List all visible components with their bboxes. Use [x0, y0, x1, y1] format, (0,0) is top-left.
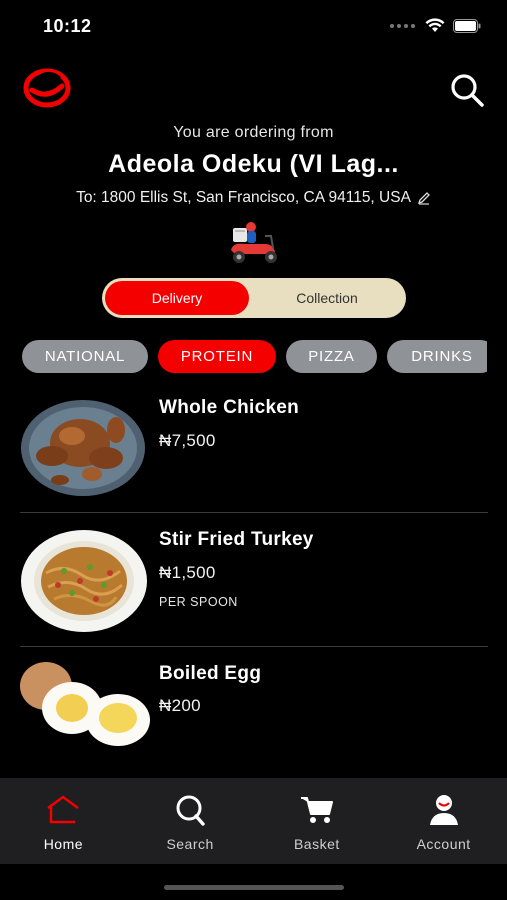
category-chips: NATIONAL PROTEIN PIZZA DRINKS — [22, 340, 487, 373]
item-price: ₦200 — [159, 696, 201, 715]
tab-basket[interactable]: Basket — [254, 778, 381, 864]
item-name: Boiled Egg — [159, 663, 262, 684]
ordering-from-label: You are ordering from — [173, 124, 334, 141]
category-protein-chip[interactable]: PROTEIN — [158, 340, 276, 373]
edit-icon[interactable] — [417, 191, 431, 205]
tab-search[interactable]: Search — [127, 778, 254, 864]
tab-home[interactable]: Home — [0, 778, 127, 864]
tab-account[interactable]: Account — [380, 778, 507, 864]
order-type-toggle: Delivery Collection — [102, 278, 406, 318]
search-icon[interactable] — [449, 72, 485, 108]
menu-item[interactable]: Stir Fried Turkey ₦1,500 PER SPOON — [0, 528, 507, 638]
battery-icon — [453, 18, 481, 33]
home-icon — [47, 795, 80, 824]
category-national-chip[interactable]: NATIONAL — [22, 340, 148, 373]
boiled-egg-image — [20, 662, 150, 746]
search-icon — [176, 795, 205, 826]
status-time: 10:12 — [43, 16, 92, 36]
item-price: ₦1,500 — [159, 563, 216, 582]
wifi-icon — [425, 18, 445, 32]
item-price: ₦7,500 — [159, 431, 216, 450]
status-bar: 10:12 — [0, 0, 507, 52]
scooter-icon — [231, 222, 277, 263]
tab-search-label: Search — [166, 836, 214, 852]
delivery-option[interactable]: Delivery — [105, 281, 249, 315]
category-drinks-chip[interactable]: DRINKS — [387, 340, 487, 373]
basket-icon — [300, 797, 333, 823]
tab-home-label: Home — [43, 836, 84, 852]
divider — [20, 646, 488, 647]
delivery-address-text: To: 1800 Ellis St, San Francisco, CA 941… — [76, 189, 411, 206]
collection-option[interactable]: Collection — [252, 281, 402, 315]
tab-basket-label: Basket — [293, 836, 340, 852]
bottom-tab-bar: Home Search Basket Account — [0, 778, 507, 864]
account-icon — [429, 795, 458, 825]
menu-item[interactable]: Whole Chicken ₦7,500 — [0, 396, 507, 506]
signal-dots-icon — [390, 23, 415, 28]
item-name: Whole Chicken — [159, 397, 300, 418]
brand-logo-icon[interactable] — [22, 66, 72, 108]
category-pizza-chip[interactable]: PIZZA — [286, 340, 377, 373]
item-name: Stir Fried Turkey — [159, 529, 314, 550]
order-header: You are ordering from Adeola Odeku (VI L… — [0, 124, 507, 207]
item-unit: PER SPOON — [159, 595, 238, 609]
stir-fried-turkey-image — [21, 530, 147, 632]
delivery-address[interactable]: To: 1800 Ellis St, San Francisco, CA 941… — [0, 189, 507, 207]
menu-item[interactable]: Boiled Egg ₦200 — [0, 662, 507, 752]
status-icons — [390, 18, 481, 33]
divider — [20, 512, 488, 513]
restaurant-name[interactable]: Adeola Odeku (VI Lag... — [0, 150, 507, 179]
whole-chicken-image — [21, 400, 145, 496]
tab-account-label: Account — [416, 836, 471, 852]
home-indicator — [164, 885, 344, 890]
